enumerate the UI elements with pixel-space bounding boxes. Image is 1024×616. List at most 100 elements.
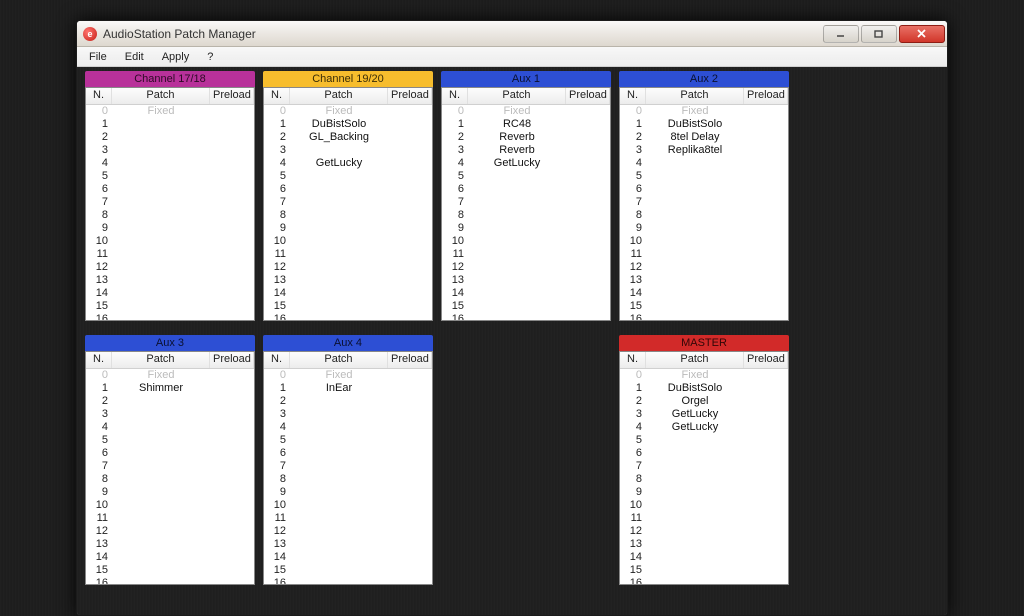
table-row[interactable]: 7 [264,460,432,473]
titlebar[interactable]: e AudioStation Patch Manager [77,21,947,47]
cell-preload[interactable] [210,274,254,287]
cell-patch[interactable] [468,287,566,300]
table-row[interactable]: 14 [620,287,788,300]
table-row[interactable]: 3 [86,408,254,421]
cell-patch[interactable] [290,170,388,183]
table-row[interactable]: 9 [264,486,432,499]
maximize-button[interactable] [861,25,897,43]
table-row[interactable]: 8 [264,209,432,222]
table-row[interactable]: 14 [86,551,254,564]
table-row[interactable]: 11 [86,512,254,525]
minimize-button[interactable] [823,25,859,43]
cell-preload[interactable] [210,473,254,486]
table-row[interactable]: 4GetLucky [442,157,610,170]
table-row[interactable]: 14 [264,287,432,300]
table-row[interactable]: 4 [264,421,432,434]
cell-preload[interactable] [210,369,254,382]
cell-patch[interactable] [112,434,210,447]
cell-patch[interactable] [290,261,388,274]
cell-preload[interactable] [210,313,254,320]
cell-patch[interactable] [646,473,744,486]
cell-preload[interactable] [210,460,254,473]
cell-patch[interactable] [290,183,388,196]
cell-patch[interactable]: 8tel Delay [646,131,744,144]
cell-patch[interactable]: Fixed [112,369,210,382]
cell-preload[interactable] [388,118,432,131]
cell-preload[interactable] [210,486,254,499]
table-row[interactable]: 16 [86,577,254,584]
cell-patch[interactable]: InEar [290,382,388,395]
table-row[interactable]: 15 [620,564,788,577]
table-row[interactable]: 1DuBistSolo [264,118,432,131]
cell-preload[interactable] [744,131,788,144]
col-preload-header[interactable]: Preload [744,88,788,104]
cell-preload[interactable] [744,382,788,395]
cell-patch[interactable] [290,564,388,577]
cell-preload[interactable] [210,261,254,274]
cell-preload[interactable] [744,369,788,382]
table-row[interactable]: 4GetLucky [264,157,432,170]
col-preload-header[interactable]: Preload [210,88,254,104]
cell-preload[interactable] [388,157,432,170]
cell-preload[interactable] [210,382,254,395]
table-row[interactable]: 1RC48 [442,118,610,131]
table-row[interactable]: 7 [86,196,254,209]
cell-patch[interactable]: Fixed [646,369,744,382]
cell-patch[interactable] [112,118,210,131]
cell-patch[interactable] [290,196,388,209]
col-preload-header[interactable]: Preload [566,88,610,104]
cell-preload[interactable] [388,421,432,434]
cell-preload[interactable] [388,248,432,261]
cell-preload[interactable] [210,300,254,313]
cell-patch[interactable]: Replika8tel [646,144,744,157]
cell-patch[interactable] [290,473,388,486]
table-row[interactable]: 6 [86,183,254,196]
cell-preload[interactable] [566,235,610,248]
cell-preload[interactable] [744,222,788,235]
col-patch-header[interactable]: Patch [468,88,566,104]
cell-preload[interactable] [744,577,788,584]
cell-preload[interactable] [566,157,610,170]
cell-patch[interactable] [112,499,210,512]
cell-patch[interactable] [112,551,210,564]
cell-patch[interactable] [468,170,566,183]
table-row[interactable]: 4 [86,421,254,434]
table-row[interactable]: 16 [620,313,788,320]
table-row[interactable]: 16 [264,313,432,320]
cell-preload[interactable] [210,421,254,434]
cell-preload[interactable] [210,408,254,421]
cell-preload[interactable] [210,235,254,248]
table-row[interactable]: 5 [86,434,254,447]
cell-preload[interactable] [744,105,788,118]
cell-patch[interactable] [112,460,210,473]
cell-patch[interactable] [290,512,388,525]
table-row[interactable]: 15 [86,300,254,313]
cell-patch[interactable] [112,408,210,421]
table-row[interactable]: 11 [620,512,788,525]
table-row[interactable]: 15 [264,564,432,577]
table-row[interactable]: 13 [620,538,788,551]
table-row[interactable]: 10 [86,499,254,512]
table-row[interactable]: 11 [620,248,788,261]
table-body[interactable]: 0Fixed1DuBistSolo28tel Delay3Replika8tel… [620,105,788,320]
cell-preload[interactable] [388,460,432,473]
table-row[interactable]: 3Replika8tel [620,144,788,157]
table-row[interactable]: 16 [620,577,788,584]
table-row[interactable]: 8 [620,473,788,486]
cell-patch[interactable] [290,577,388,584]
cell-patch[interactable] [112,538,210,551]
table-body[interactable]: 0Fixed1Shimmer2345678910111213141516 [86,369,254,584]
cell-patch[interactable]: Reverb [468,144,566,157]
table-row[interactable]: 9 [86,222,254,235]
cell-patch[interactable] [468,235,566,248]
cell-preload[interactable] [388,564,432,577]
cell-patch[interactable] [646,287,744,300]
cell-patch[interactable] [112,196,210,209]
table-row[interactable]: 3 [86,144,254,157]
cell-patch[interactable] [112,209,210,222]
col-patch-header[interactable]: Patch [646,88,744,104]
table-row[interactable]: 7 [620,196,788,209]
cell-preload[interactable] [744,313,788,320]
table-row[interactable]: 12 [86,261,254,274]
cell-patch[interactable] [646,274,744,287]
